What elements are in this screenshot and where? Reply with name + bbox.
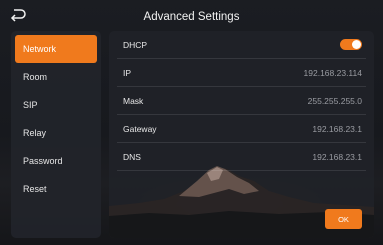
- ip-value: 192.168.23.114: [303, 67, 362, 78]
- sidebar-item-label: Relay: [23, 128, 47, 138]
- dhcp-toggle[interactable]: [340, 39, 362, 50]
- sidebar-item-label: Reset: [23, 184, 47, 194]
- mask-label: Mask: [123, 95, 144, 106]
- ip-row[interactable]: IP 192.168.23.114: [117, 59, 366, 87]
- dns-label: DNS: [123, 151, 141, 162]
- dns-row[interactable]: DNS 192.168.23.1: [117, 143, 366, 171]
- header-bar: Advanced Settings: [0, 0, 383, 32]
- dhcp-row: DHCP: [117, 31, 366, 59]
- sidebar-item-relay[interactable]: Relay: [15, 119, 97, 147]
- sidebar-item-sip[interactable]: SIP: [15, 91, 97, 119]
- mask-value: 255.255.255.0: [307, 95, 362, 106]
- dns-value: 192.168.23.1: [312, 151, 362, 162]
- sidebar-item-label: Network: [23, 44, 57, 54]
- sidebar-item-reset[interactable]: Reset: [15, 175, 97, 203]
- sidebar-item-label: Password: [23, 156, 63, 166]
- sidebar-item-label: Room: [23, 72, 48, 82]
- gateway-value: 192.168.23.1: [312, 123, 362, 134]
- sidebar-item-network[interactable]: Network: [15, 35, 97, 63]
- page-title: Advanced Settings: [143, 11, 240, 23]
- mask-row[interactable]: Mask 255.255.255.0: [117, 87, 366, 115]
- sidebar-item-password[interactable]: Password: [15, 147, 97, 175]
- ip-label: IP: [123, 67, 132, 78]
- settings-sidebar: Network Room SIP Relay Password Reset: [11, 31, 101, 238]
- sidebar-item-room[interactable]: Room: [15, 63, 97, 91]
- toggle-knob: [352, 40, 361, 49]
- sidebar-item-label: SIP: [23, 100, 38, 110]
- gateway-row[interactable]: Gateway 192.168.23.1: [117, 115, 366, 143]
- network-settings-panel: DHCP IP 192.168.23.114 Mask 255.255.255.…: [109, 31, 374, 238]
- ok-button[interactable]: OK: [325, 209, 362, 229]
- advanced-settings-screen: Advanced Settings Network Room SIP Relay…: [0, 0, 383, 245]
- gateway-label: Gateway: [123, 123, 157, 134]
- dhcp-label: DHCP: [123, 39, 148, 50]
